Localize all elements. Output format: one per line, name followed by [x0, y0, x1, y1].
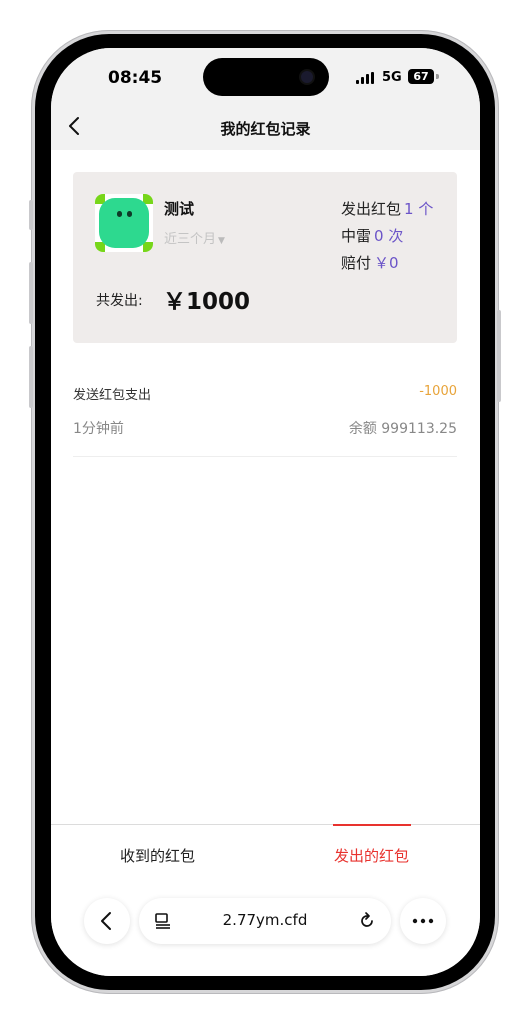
app-avatar-icon	[95, 194, 153, 252]
dynamic-island	[203, 58, 329, 96]
stat-hit-value: 0 次	[374, 227, 404, 245]
reload-icon[interactable]	[357, 911, 377, 931]
browser-toolbar: 2.77ym.cfd	[51, 880, 480, 976]
stat-sent: 发出红包 1 个	[341, 198, 433, 219]
period-selector[interactable]: 近三个月 ▼	[164, 228, 225, 247]
navigation-bar: 我的红包记录	[51, 108, 480, 150]
stat-hit: 中雷 0 次	[341, 225, 403, 246]
page-title: 我的红包记录	[220, 120, 311, 138]
tab-received[interactable]: 收到的红包	[120, 845, 195, 866]
more-dots-icon	[412, 918, 434, 924]
status-bar: 08:45 5G 67	[51, 48, 480, 108]
address-bar[interactable]: 2.77ym.cfd	[139, 898, 391, 944]
summary-card: 测试 近三个月 ▼ 发出红包 1 个 中雷 0 次 赔付 ￥0 共发出: ￥1000	[73, 172, 457, 343]
browser-back-button[interactable]	[84, 898, 130, 944]
stat-sent-label: 发出红包	[341, 200, 402, 218]
action-button	[29, 200, 33, 230]
network-label: 5G	[382, 70, 402, 85]
record-balance: 余额 999113.25	[348, 421, 457, 437]
total-label: 共发出:	[96, 293, 143, 309]
record-amount: -1000	[419, 384, 457, 399]
volume-up-button	[29, 262, 33, 324]
stat-compensation-value: ￥0	[374, 254, 399, 272]
total-value: ￥1000	[163, 289, 251, 315]
tab-sent[interactable]: 发出的红包	[334, 845, 409, 866]
stat-sent-value: 1 个	[404, 200, 434, 218]
battery-tip	[436, 74, 439, 79]
camera-icon	[301, 71, 313, 83]
record-title: 发送红包支出	[73, 388, 152, 403]
stat-compensation-label: 赔付	[341, 254, 372, 272]
period-label: 近三个月	[164, 232, 217, 247]
list-item[interactable]: 发送红包支出 -1000 1分钟前 余额 999113.25	[73, 374, 457, 457]
stat-compensation: 赔付 ￥0	[341, 252, 399, 273]
battery-icon: 67	[408, 69, 434, 84]
screen: 08:45 5G 67 我的红包记录 测试 近三个月 ▼ 发出红包 1 个 中雷…	[51, 48, 480, 976]
url-text: 2.77ym.cfd	[222, 911, 308, 929]
signal-icon	[356, 72, 376, 84]
active-tab-indicator	[333, 824, 411, 826]
record-time: 1分钟前	[73, 421, 124, 437]
account-name: 测试	[164, 200, 195, 218]
browser-more-button[interactable]	[400, 898, 446, 944]
caret-down-icon: ▼	[218, 236, 225, 246]
status-time: 08:45	[108, 68, 163, 88]
volume-down-button	[29, 346, 33, 408]
power-button	[497, 310, 501, 402]
stat-hit-label: 中雷	[341, 227, 372, 245]
tab-bar: 收到的红包 发出的红包	[51, 824, 480, 881]
chevron-left-icon	[101, 912, 111, 930]
